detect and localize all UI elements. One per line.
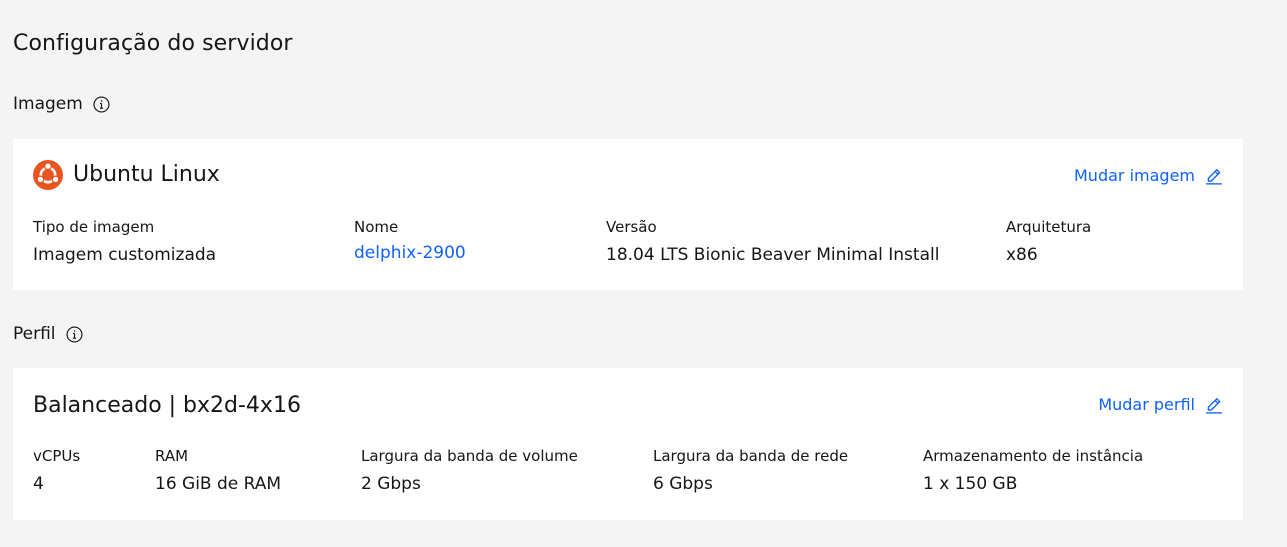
profile-section-label: Perfil bbox=[13, 323, 83, 345]
network-bandwidth-field: Largura da banda de rede 6 Gbps bbox=[653, 446, 848, 495]
field-label: Nome bbox=[354, 218, 399, 236]
field-value: x86 bbox=[1006, 245, 1038, 265]
image-name-link[interactable]: delphix-2900 bbox=[354, 242, 466, 264]
ram-field: RAM 16 GiB de RAM bbox=[155, 446, 281, 495]
image-card: Ubuntu Linux Mudar imagem Tipo de imagem… bbox=[13, 139, 1243, 290]
field-label: Versão bbox=[606, 218, 657, 236]
image-card-title: Ubuntu Linux bbox=[73, 162, 220, 187]
image-section-title: Imagem bbox=[13, 94, 83, 114]
change-profile-label: Mudar perfil bbox=[1098, 395, 1195, 414]
field-value: 6 Gbps bbox=[653, 474, 713, 494]
info-icon[interactable] bbox=[66, 325, 83, 343]
image-version-field: Versão 18.04 LTS Bionic Beaver Minimal I… bbox=[606, 217, 939, 266]
instance-storage-field: Armazenamento de instância 1 x 150 GB bbox=[923, 446, 1143, 495]
edit-icon bbox=[1206, 168, 1222, 185]
field-value: Imagem customizada bbox=[33, 245, 217, 265]
info-icon[interactable] bbox=[93, 95, 110, 113]
image-architecture-field: Arquitetura x86 bbox=[1006, 217, 1091, 266]
change-profile-button[interactable]: Mudar perfil bbox=[1098, 395, 1223, 415]
field-value: 16 GiB de RAM bbox=[155, 474, 282, 494]
field-label: Arquitetura bbox=[1006, 218, 1092, 236]
field-label: Tipo de imagem bbox=[33, 218, 155, 236]
page-title: Configuração do servidor bbox=[13, 31, 293, 56]
ubuntu-logo-icon bbox=[33, 160, 63, 190]
change-image-button[interactable]: Mudar imagem bbox=[1074, 166, 1223, 186]
field-label: Largura da banda de volume bbox=[361, 447, 578, 465]
image-type-field: Tipo de imagem Imagem customizada bbox=[33, 217, 216, 266]
image-card-header: Ubuntu Linux bbox=[33, 160, 220, 190]
field-label: RAM bbox=[155, 447, 189, 465]
change-image-label: Mudar imagem bbox=[1074, 166, 1195, 185]
profile-card: Balanceado | bx2d-4x16 Mudar perfil vCPU… bbox=[13, 368, 1243, 520]
profile-card-header: Balanceado | bx2d-4x16 bbox=[33, 392, 301, 420]
field-value: 2 Gbps bbox=[361, 474, 421, 494]
field-value: 4 bbox=[33, 474, 44, 494]
profile-card-title: Balanceado | bx2d-4x16 bbox=[33, 393, 301, 418]
field-value: 1 x 150 GB bbox=[923, 474, 1018, 494]
image-section-label: Imagem bbox=[13, 93, 110, 115]
volume-bandwidth-field: Largura da banda de volume 2 Gbps bbox=[361, 446, 578, 495]
field-label: Armazenamento de instância bbox=[923, 447, 1144, 465]
profile-section-title: Perfil bbox=[13, 324, 56, 344]
field-label: vCPUs bbox=[33, 447, 81, 465]
server-configuration-page: Configuração do servidor Imagem Ubuntu L… bbox=[0, 0, 1287, 547]
vcpus-field: vCPUs 4 bbox=[33, 446, 80, 495]
field-value: 18.04 LTS Bionic Beaver Minimal Install bbox=[606, 245, 940, 265]
edit-icon bbox=[1206, 397, 1222, 414]
field-label: Largura da banda de rede bbox=[653, 447, 849, 465]
image-name-field: Nome delphix-2900 bbox=[354, 217, 466, 264]
